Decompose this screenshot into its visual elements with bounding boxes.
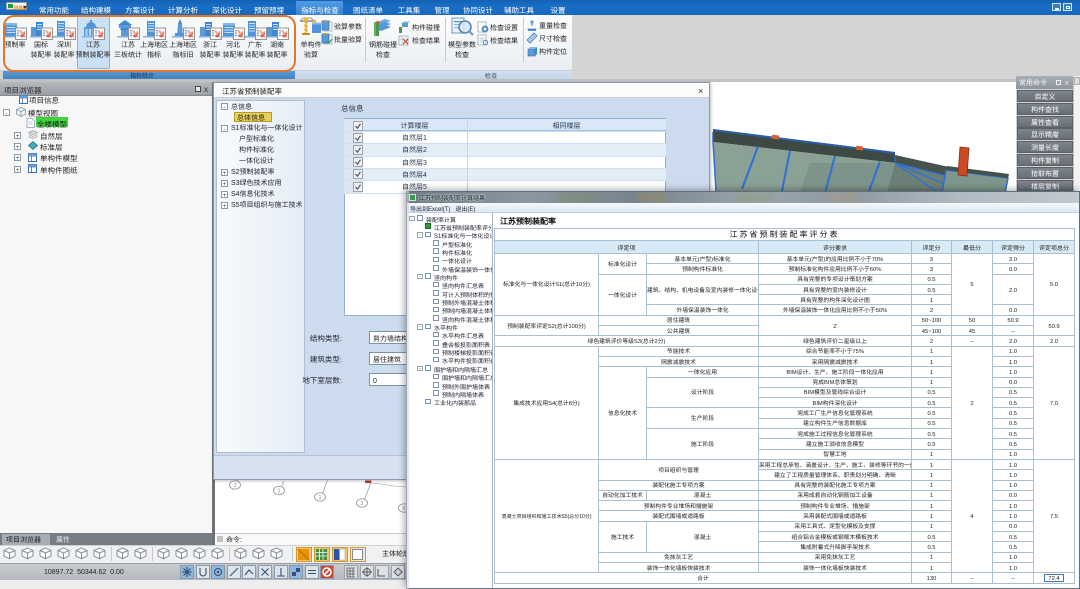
svg-text:1: 1 — [319, 494, 322, 501]
svg-text:3: 3 — [361, 500, 364, 507]
svg-text:2: 2 — [234, 482, 237, 489]
svg-text:1: 1 — [278, 488, 281, 495]
